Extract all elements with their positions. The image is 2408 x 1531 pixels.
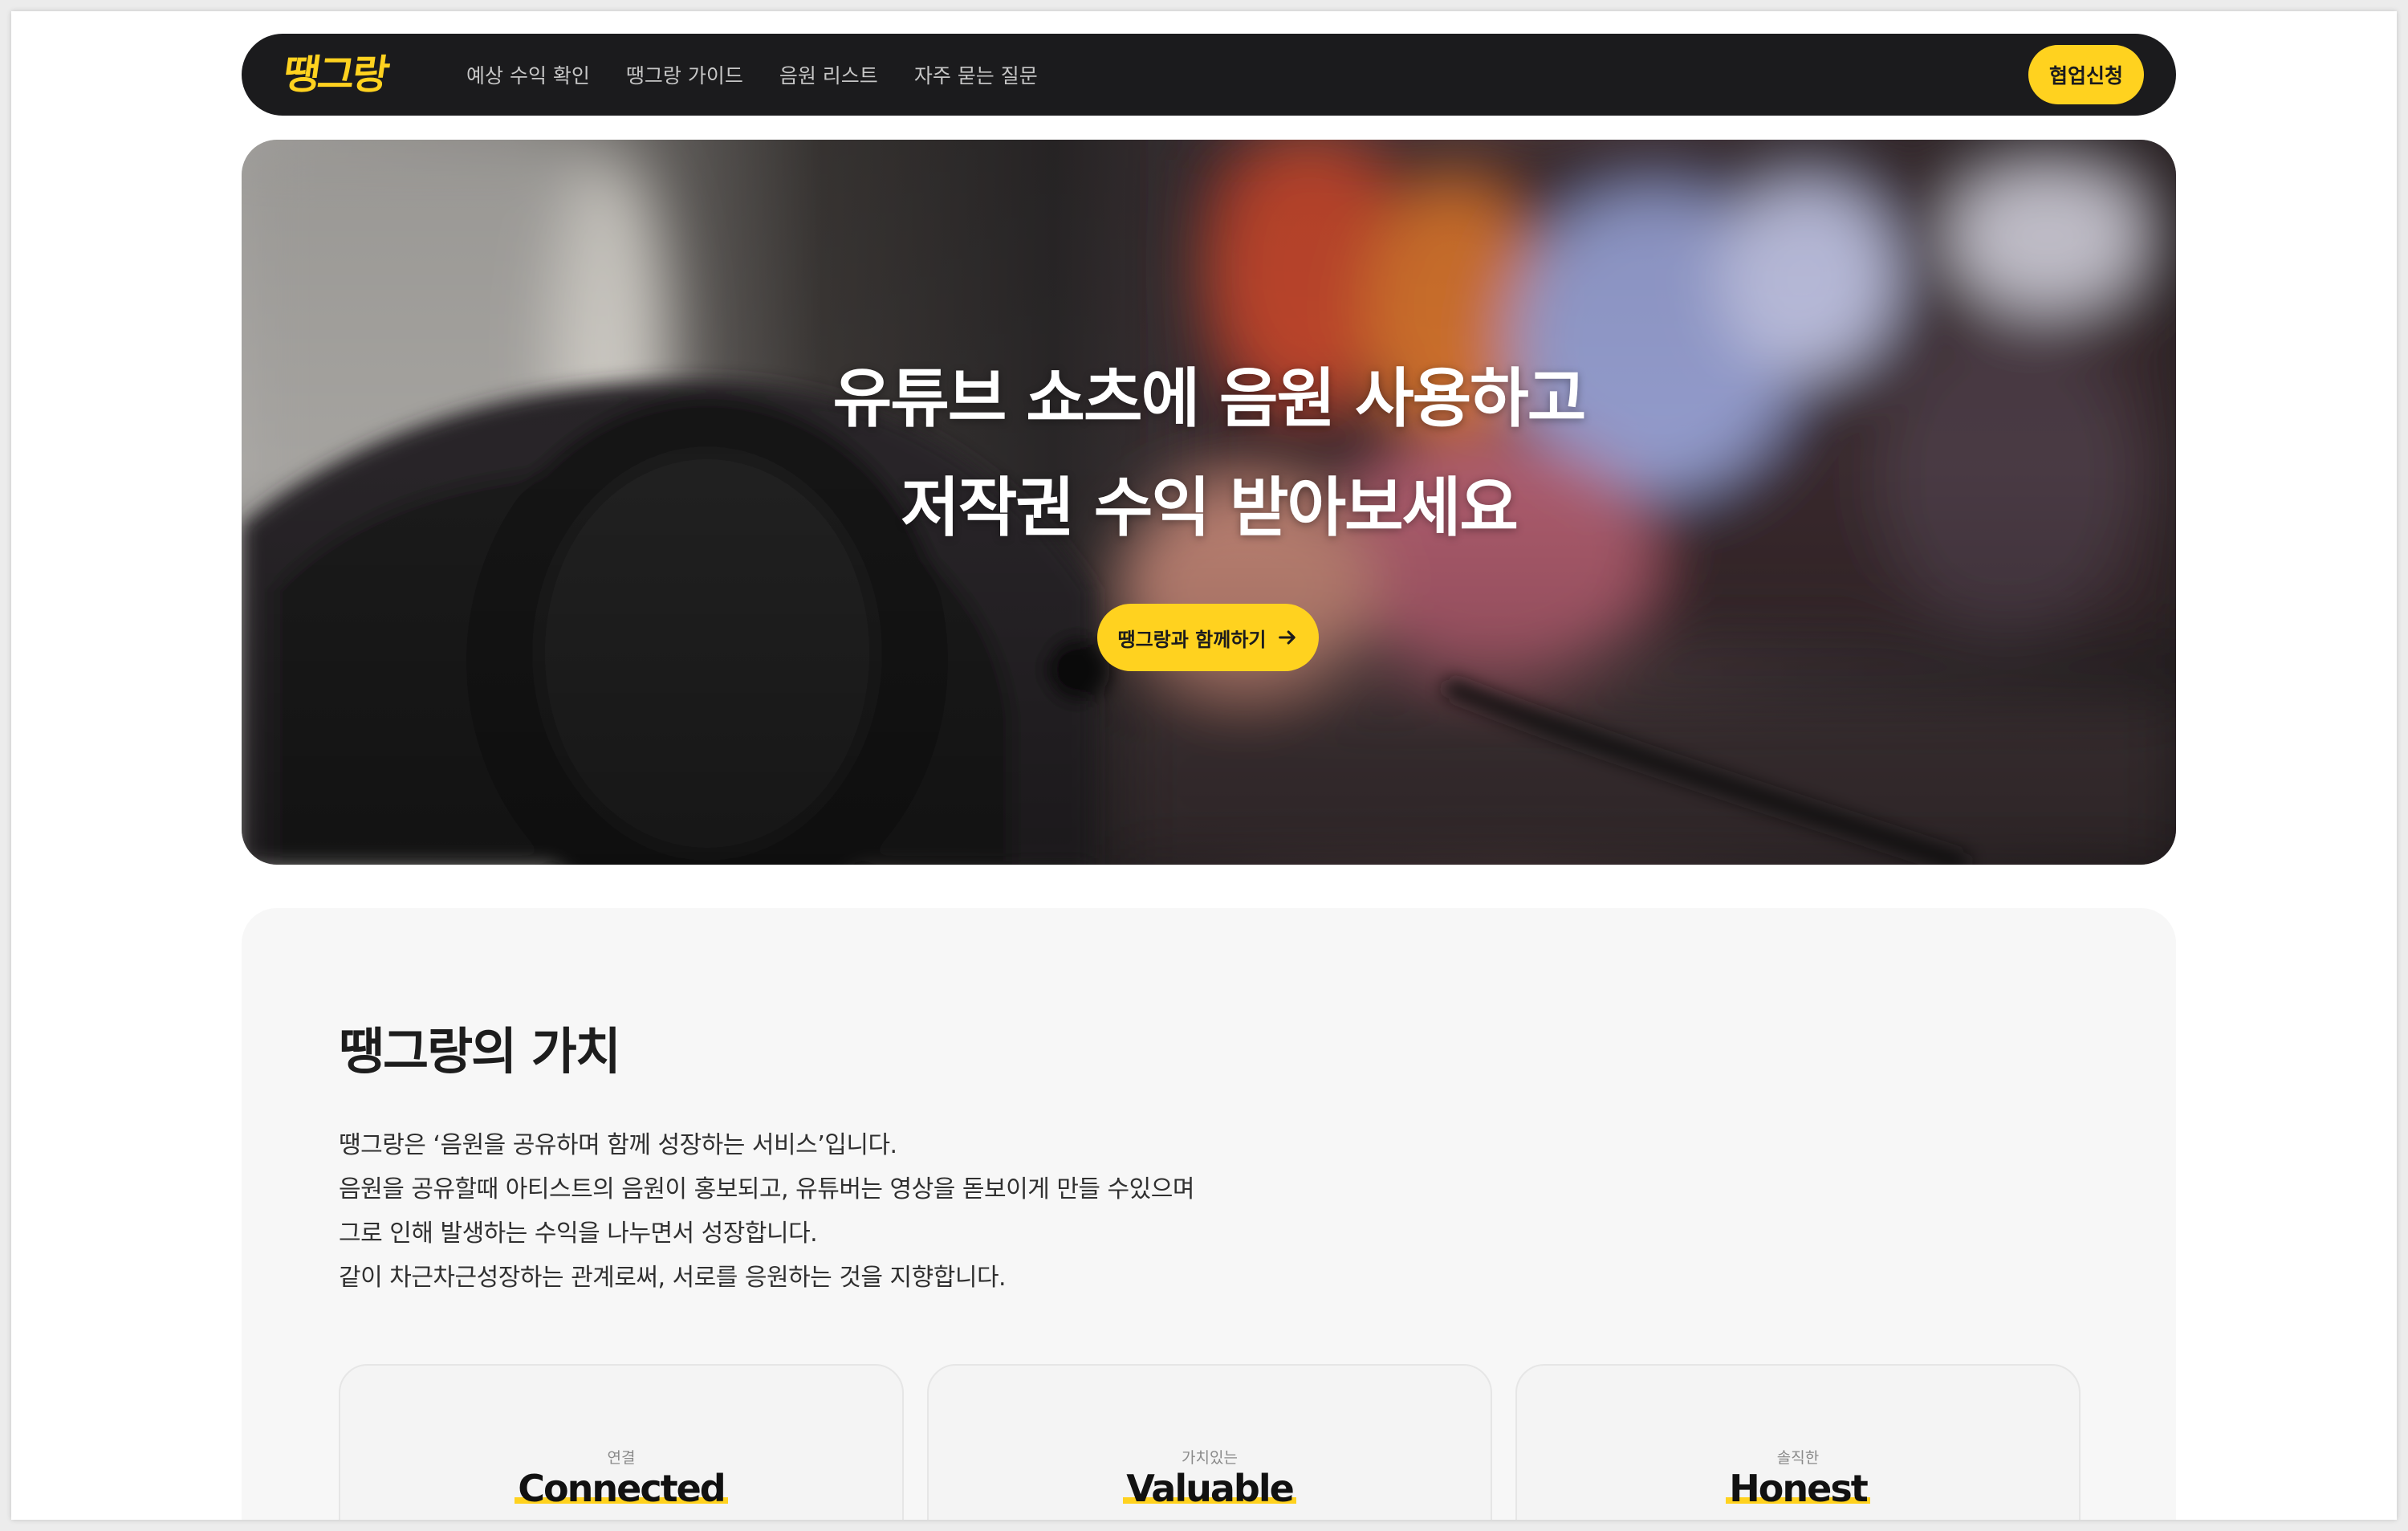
top-navigation-bar: 땡그랑 예상 수익 확인 땡그랑 가이드 음원 리스트 자주 묻는 질문 협업신… [242,34,2176,116]
value-card-valuable: 가치있는 Valuable [927,1364,1492,1520]
nav-item-expected-revenue[interactable]: 예상 수익 확인 [466,60,590,89]
values-description-line: 음원을 공유할때 아티스트의 음원이 홍보되고, 유튜버는 영상을 돋보이게 만… [339,1175,1194,1203]
page-frame: 땡그랑 예상 수익 확인 땡그랑 가이드 음원 리스트 자주 묻는 질문 협업신… [11,11,2397,1520]
values-description-line: 그로 인해 발생하는 수익을 나누면서 성장합니다. [339,1220,818,1248]
value-card-keyword: Honest [1726,1468,1870,1509]
value-card-keyword: Valuable [1123,1468,1296,1509]
partnership-apply-button[interactable]: 협업신청 [2028,45,2144,104]
value-card-caption: 가치있는 [1182,1449,1238,1467]
join-dangrang-button[interactable]: 땡그랑과 함께하기 [1097,604,1319,671]
hero-headline-line-1: 유튜브 쇼츠에 음원 사용하고 [832,361,1587,436]
join-dangrang-label: 땡그랑과 함께하기 [1117,628,1267,651]
value-cards: 연결 Connected 가치있는 Valuable 솔직한 Honest [339,1364,2104,1520]
brand-logo[interactable]: 땡그랑 [279,47,391,103]
hero-headline-line-2: 저작권 수익 받아보세요 [901,470,1519,545]
value-card-caption: 솔직한 [1776,1449,1820,1467]
values-section: 땡그랑의 가치 땡그랑은 ‘음원을 공유하며 함께 성장하는 서비스’입니다. … [242,908,2176,1520]
values-title: 땡그랑의 가치 [339,1022,621,1081]
hero-banner: 유튜브 쇼츠에 음원 사용하고 저작권 수익 받아보세요 땡그랑과 함께하기 [242,140,2176,865]
nav-item-faq[interactable]: 자주 묻는 질문 [914,60,1038,89]
hero-headline: 유튜브 쇼츠에 음원 사용하고 저작권 수익 받아보세요 [242,344,2176,563]
value-card-honest: 솔직한 Honest [1515,1364,2081,1520]
values-description: 땡그랑은 ‘음원을 공유하며 함께 성장하는 서비스’입니다. 음원을 공유할때… [339,1123,1194,1300]
values-description-line: 같이 차근차근성장하는 관계로써, 서로를 응원하는 것을 지향합니다. [339,1264,1007,1292]
value-card-connected: 연결 Connected [339,1364,904,1520]
nav-menu: 예상 수익 확인 땡그랑 가이드 음원 리스트 자주 묻는 질문 [466,34,1074,116]
value-card-caption: 연결 [607,1449,636,1467]
value-card-keyword: Connected [515,1468,728,1509]
nav-item-guide[interactable]: 땡그랑 가이드 [626,60,743,89]
nav-item-music-list[interactable]: 음원 리스트 [779,60,878,89]
arrow-right-icon [1278,630,1296,645]
values-description-line: 땡그랑은 ‘음원을 공유하며 함께 성장하는 서비스’입니다. [339,1131,897,1159]
